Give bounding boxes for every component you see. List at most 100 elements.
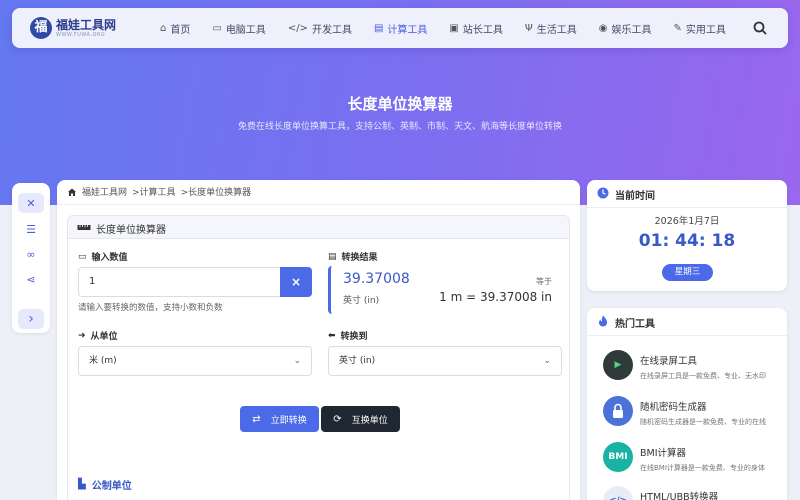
value-input[interactable]: 1 (78, 267, 281, 297)
nav-item-home[interactable]: ⌂ 首页 (160, 21, 190, 36)
result-box: 39.37008 英寸 (in) 等于 1 m = 39.37008 in (328, 266, 562, 314)
tools-button[interactable]: ✕ (18, 193, 44, 213)
bmi-icon: BMI (603, 442, 633, 472)
nav-item-utility-tools[interactable]: ✎ 实用工具 (673, 21, 725, 36)
keyboard-icon: ▭ (78, 251, 87, 262)
share-button[interactable]: ⋖ (18, 269, 44, 289)
sync-icon: ⟳ (333, 413, 342, 425)
to-unit-value: 英寸 (in) (339, 356, 376, 366)
link-button[interactable]: ∞ (18, 244, 44, 264)
hot-tool-item[interactable]: 随机密码生成器 随机密码生成器是一款免费、专业的在线 (601, 394, 787, 434)
hot-tool-item[interactable]: </> HTML/UBB转换器 (601, 484, 787, 500)
hot-tool-desc: 在线BMI计算器是一款免费、专业的身体 (640, 464, 765, 472)
panel-title: 长度单位换算器 (96, 225, 166, 236)
nav-label: 站长工具 (462, 24, 503, 36)
chevron-down-icon: ⌄ (543, 356, 551, 366)
nav-item-calc-tools[interactable]: ▤ 计算工具 (374, 21, 427, 36)
tools-icon: ✕ (26, 196, 36, 210)
nav-label: 实用工具 (685, 24, 726, 36)
code-glyph: </> (609, 496, 627, 500)
nav-item-life-tools[interactable]: Ψ 生活工具 (525, 21, 577, 36)
to-label-text: 转换到 (340, 332, 368, 342)
hot-tools-title: 热门工具 (615, 319, 655, 330)
result-label: ▤ 转换结果 (328, 250, 378, 264)
home-icon (68, 188, 76, 196)
current-date: 2026年1月7日 (654, 216, 720, 227)
hot-tool-name: BMI计算器 (640, 448, 687, 459)
calculator-icon: ▤ (328, 251, 337, 262)
metric-section-title: ▙ 公制单位 (78, 477, 132, 492)
nav-item-fun-tools[interactable]: ◉ 娱乐工具 (599, 21, 652, 36)
to-unit-select[interactable]: 英寸 (in) ⌄ (328, 346, 562, 376)
briefcase-icon: ▣ (449, 22, 459, 34)
swap-units-button[interactable]: ⟳ 互换单位 (321, 406, 400, 432)
nav-item-webmaster-tools[interactable]: ▣ 站长工具 (449, 21, 502, 36)
equal-label: 等于 (536, 277, 552, 286)
gamepad-icon: ◉ (598, 22, 608, 34)
nav-label: 计算工具 (387, 24, 428, 36)
close-icon: × (290, 275, 302, 289)
result-unit: 英寸 (in) (343, 296, 380, 306)
input-label-text: 输入数值 (91, 253, 128, 263)
breadcrumb: 福娃工具网 >计算工具 >长度单位换算器 (67, 185, 256, 198)
lock-icon (603, 396, 633, 426)
wrench-icon: ✎ (673, 22, 682, 34)
bar-chart-icon: ▙ (78, 479, 86, 490)
hot-tool-item[interactable]: ▶ 在线录屏工具 在线录屏工具是一款免费、专业、无水印 (601, 348, 787, 388)
list-icon: ☰ (26, 222, 36, 236)
nav-item-dev-tools[interactable]: </> 开发工具 (288, 21, 352, 36)
breadcrumb-home[interactable]: 福娃工具网 (82, 185, 127, 198)
clear-button[interactable]: × (280, 267, 312, 297)
expand-button[interactable]: › (18, 309, 44, 329)
link-icon: ∞ (26, 247, 36, 261)
code-icon: </> (603, 486, 633, 500)
screen-record-icon: ▶ (603, 350, 633, 380)
time-card: 当前时间 2026年1月7日 01: 44: 18 星期三 (587, 180, 787, 291)
divider (57, 204, 580, 205)
hot-tool-name: 随机密码生成器 (640, 402, 707, 413)
fire-icon (599, 315, 607, 327)
code-icon: </> (287, 22, 308, 34)
hot-tool-desc: 在线录屏工具是一款免费、专业、无水印 (640, 372, 766, 380)
time-card-header: 当前时间 (587, 180, 787, 208)
utensils-icon: Ψ (524, 22, 533, 34)
result-equation: 1 m = 39.37008 in (439, 290, 552, 304)
panel-header: 长度单位换算器 (68, 216, 569, 239)
share-icon: ⋖ (26, 272, 36, 286)
site-logo[interactable]: 福 (30, 17, 52, 39)
current-time: 01: 44: 18 (638, 231, 736, 251)
metric-section-label: 公制单位 (91, 481, 132, 492)
input-hint: 请输入要转换的数值，支持小数和负数 (78, 303, 223, 313)
breadcrumb-category[interactable]: >计算工具 (132, 185, 176, 198)
desktop-icon: ▭ (212, 22, 222, 34)
hot-tool-name: 在线录屏工具 (640, 356, 698, 367)
arrow-right-icon: ➜ (78, 330, 86, 341)
top-navbar: 福 福娃工具网 WWW.FUWA.ORG ⌂ 首页 ▭ 电脑工具 </> 开发工具 ▤… (12, 8, 788, 48)
from-unit-select[interactable]: 米 (m) ⌄ (78, 346, 312, 376)
calculator-icon: ▤ (373, 22, 384, 34)
main-nav: ⌂ 首页 ▭ 电脑工具 </> 开发工具 ▤ 计算工具 ▣ 站长工具 Ψ 生活工具 ◉ 娱乐工… (160, 8, 748, 48)
breadcrumb-current: >长度单位换算器 (180, 188, 252, 198)
home-icon: ⌂ (160, 22, 167, 34)
nav-label: 生活工具 (536, 24, 577, 36)
hot-tool-item[interactable]: BMI BMI计算器 在线BMI计算器是一款免费、专业的身体 (601, 440, 787, 480)
chevron-down-icon: ⌄ (293, 356, 301, 366)
list-button[interactable]: ☰ (18, 219, 44, 239)
nav-label: 电脑工具 (225, 24, 266, 36)
weekday-badge: 星期三 (662, 264, 713, 281)
convert-button[interactable]: ⇄ 立即转换 (240, 406, 319, 432)
nav-item-computer-tools[interactable]: ▭ 电脑工具 (212, 21, 265, 36)
convert-button-label: 立即转换 (270, 415, 307, 426)
hot-tools-card: 热门工具 ▶ 在线录屏工具 在线录屏工具是一款免费、专业、无水印 随机密码生成器… (587, 308, 787, 500)
bmi-glyph: BMI (608, 452, 628, 462)
nav-label: 开发工具 (311, 24, 352, 36)
nav-label: 首页 (170, 24, 191, 36)
search-icon (753, 21, 767, 35)
site-name[interactable]: 福娃工具网 (56, 16, 116, 33)
exchange-icon: ⇄ (252, 413, 261, 425)
chevron-right-icon: › (28, 311, 34, 327)
lock-glyph (613, 403, 623, 418)
search-button[interactable] (752, 20, 768, 36)
input-label: ▭ 输入数值 (78, 250, 128, 264)
hot-tool-name: HTML/UBB转换器 (640, 492, 719, 500)
